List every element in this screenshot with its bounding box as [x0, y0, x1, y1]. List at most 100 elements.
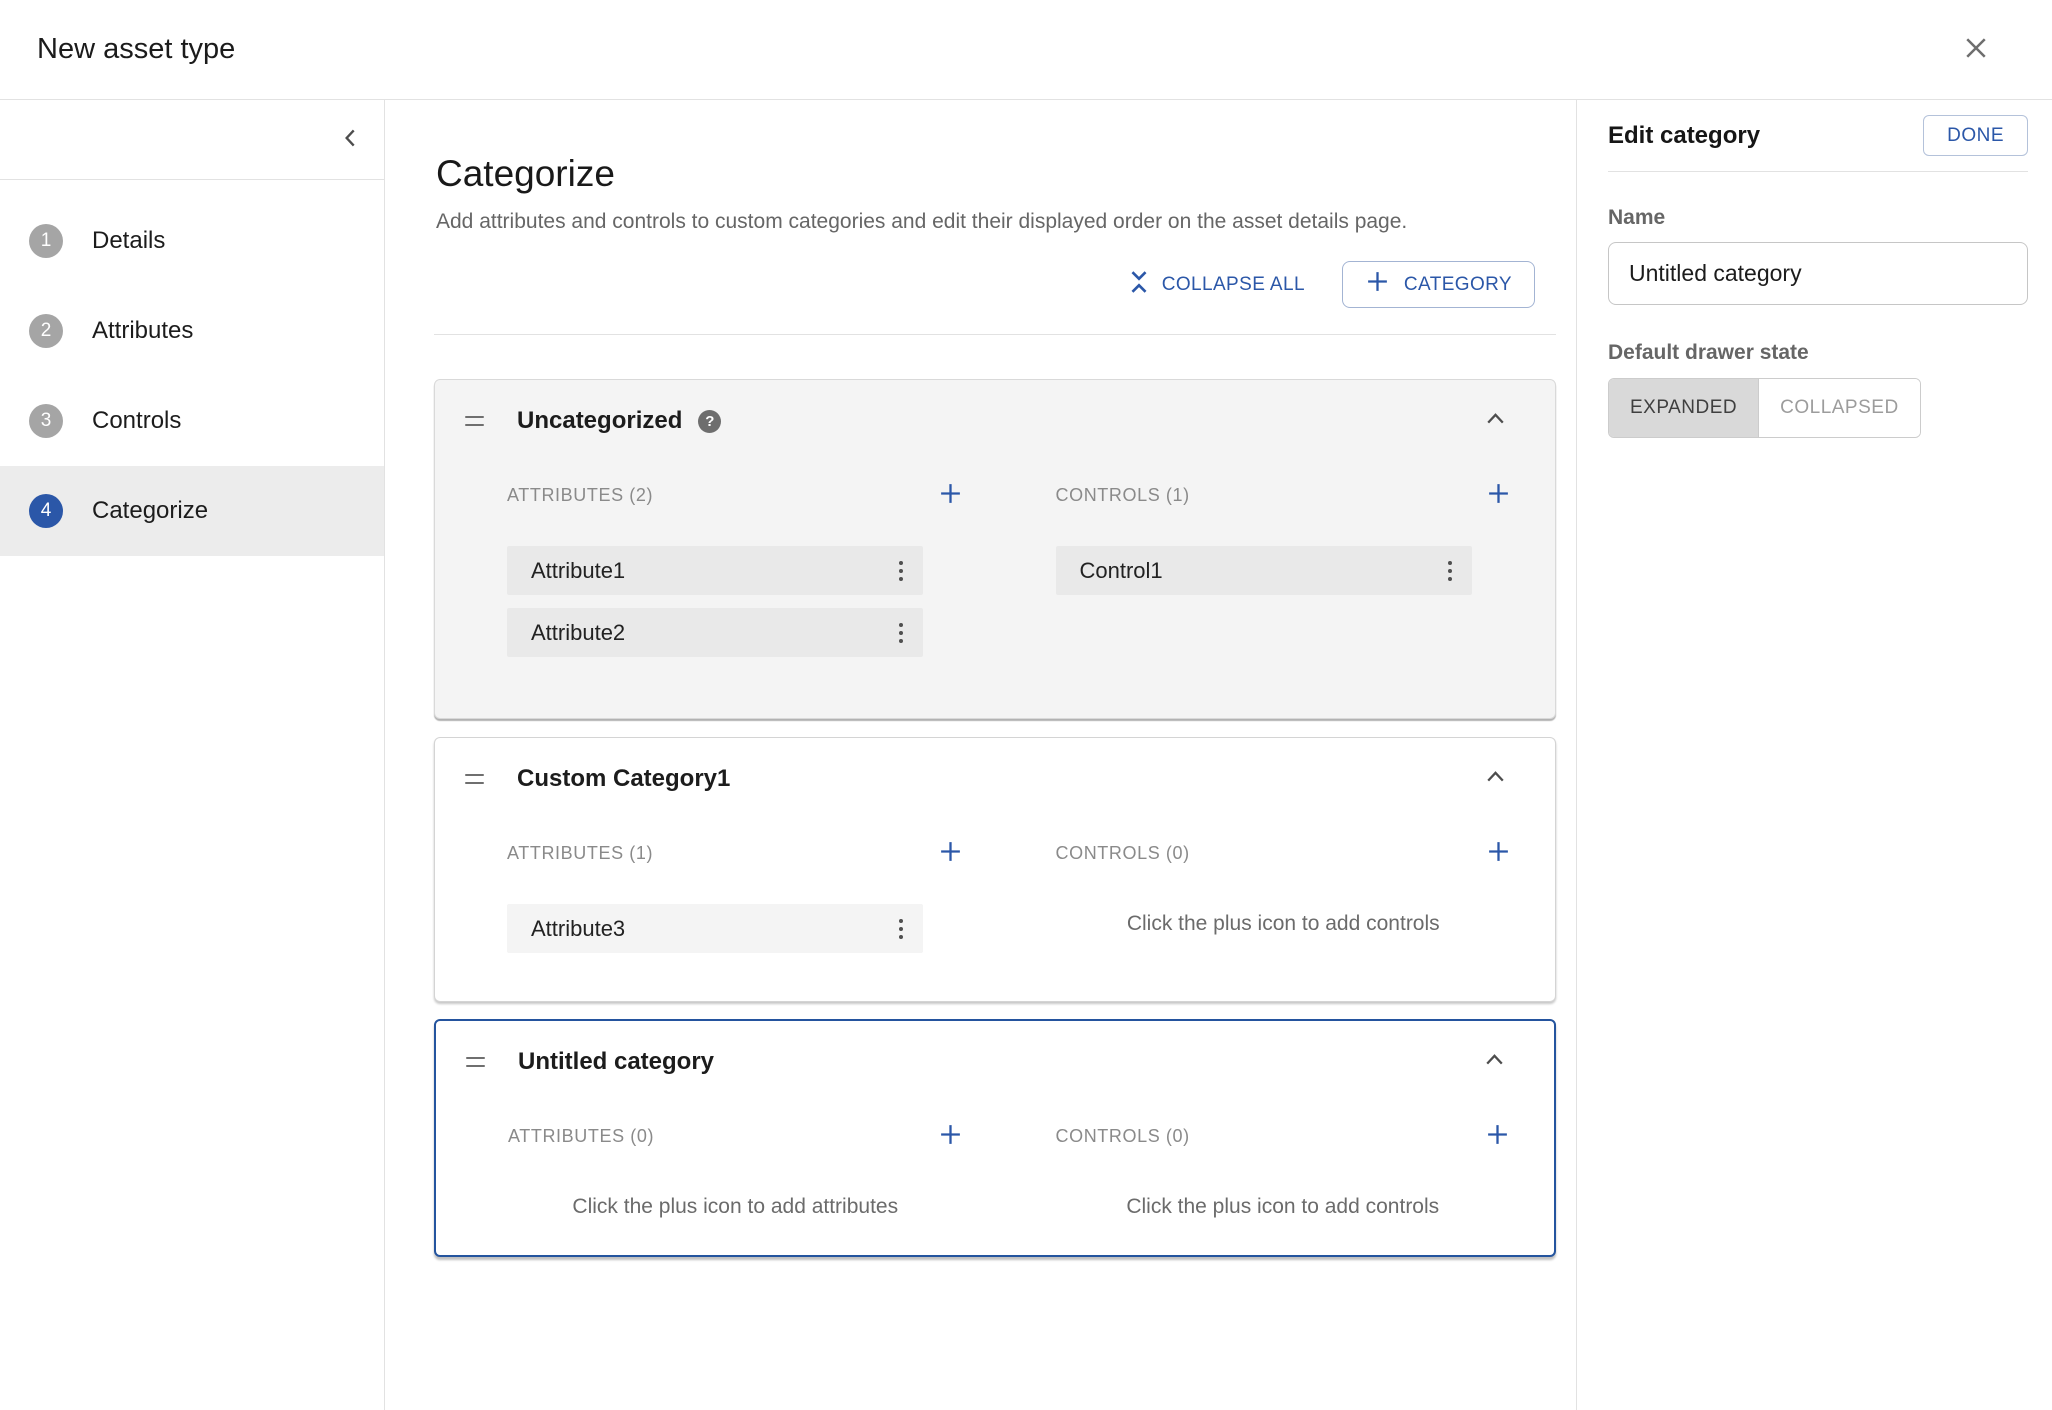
- step-details[interactable]: 1 Details: [0, 196, 384, 286]
- attributes-count-label: ATTRIBUTES (1): [507, 843, 653, 864]
- controls-column: CONTROLS (1) Control1: [1056, 482, 1512, 670]
- category-columns: ATTRIBUTES (2) Attribute1 Attribu: [465, 482, 1511, 670]
- step-number-badge: 2: [29, 314, 63, 348]
- add-control-button[interactable]: [1486, 481, 1511, 509]
- drawer-state-label: Default drawer state: [1608, 341, 2028, 365]
- wizard-steps: 1 Details 2 Attributes 3 Controls 4 Cate…: [0, 180, 384, 556]
- wizard-sidebar: 1 Details 2 Attributes 3 Controls 4 Cate…: [0, 100, 385, 1410]
- step-label: Details: [92, 227, 165, 255]
- kebab-menu-icon[interactable]: [893, 617, 909, 649]
- categorize-panel: Categorize Add attributes and controls t…: [385, 100, 1576, 1410]
- step-label: Controls: [92, 407, 181, 435]
- chevron-up-icon: [1482, 1048, 1507, 1076]
- control-chip[interactable]: Control1: [1056, 546, 1472, 595]
- category-card-header: Custom Category1: [465, 762, 1511, 796]
- attribute-name: Attribute1: [531, 558, 625, 584]
- controls-count-label: CONTROLS (0): [1056, 843, 1190, 864]
- plus-icon: [938, 839, 963, 867]
- plus-icon: [1486, 481, 1511, 509]
- plus-icon: [938, 1122, 963, 1150]
- plus-icon: [1365, 269, 1390, 300]
- control-name: Control1: [1080, 558, 1163, 584]
- collapse-category-button[interactable]: [1483, 407, 1508, 435]
- sidebar-top-row: [0, 100, 384, 180]
- add-attribute-button[interactable]: [938, 839, 963, 867]
- category-card-header: Uncategorized ?: [465, 404, 1511, 438]
- edit-category-drawer: Edit category DONE Name Default drawer s…: [1576, 100, 2052, 1410]
- attributes-count-label: ATTRIBUTES (0): [508, 1126, 654, 1147]
- category-name: Custom Category1: [517, 765, 730, 793]
- category-card-untitled-category: Untitled category ATTRIBUTES (0): [434, 1019, 1556, 1257]
- chevron-left-icon: [338, 139, 364, 154]
- add-attribute-button[interactable]: [938, 1122, 963, 1150]
- drawer-title: Edit category: [1608, 122, 1760, 150]
- controls-column: CONTROLS (0) Click the plus icon to add …: [1056, 840, 1512, 966]
- attribute-name: Attribute3: [531, 916, 625, 942]
- categorize-toolbar: COLLAPSE ALL CATEGORY: [434, 261, 1556, 308]
- attribute-chip[interactable]: Attribute1: [507, 546, 923, 595]
- drag-handle-icon[interactable]: [465, 416, 484, 426]
- controls-column: CONTROLS (0) Click the plus icon to add …: [1056, 1123, 1511, 1219]
- attributes-column: ATTRIBUTES (0) Click the plus icon to ad…: [508, 1123, 963, 1219]
- step-label: Categorize: [92, 497, 208, 525]
- kebab-menu-icon[interactable]: [1442, 555, 1458, 587]
- chevron-up-icon: [1483, 765, 1508, 793]
- kebab-menu-icon[interactable]: [893, 913, 909, 945]
- drawer-state-toggle: EXPANDED COLLAPSED: [1608, 378, 1921, 438]
- collapse-all-label: COLLAPSE ALL: [1162, 274, 1305, 296]
- page-title: Categorize: [436, 152, 1556, 196]
- plus-icon: [1486, 839, 1511, 867]
- help-icon[interactable]: ?: [698, 410, 721, 433]
- plus-icon: [1485, 1122, 1510, 1150]
- controls-empty-hint: Click the plus icon to add controls: [1056, 1195, 1511, 1219]
- new-asset-type-dialog: New asset type 1 Details: [0, 0, 2052, 1410]
- controls-empty-hint: Click the plus icon to add controls: [1056, 912, 1512, 936]
- category-card-custom-category1: Custom Category1 ATTRIBUTES (1): [434, 737, 1556, 1002]
- dialog-titlebar: New asset type: [0, 0, 2052, 100]
- attributes-column: ATTRIBUTES (2) Attribute1 Attribu: [507, 482, 963, 670]
- attribute-chip[interactable]: Attribute3: [507, 904, 923, 953]
- close-icon: [1961, 33, 1991, 66]
- controls-count-label: CONTROLS (0): [1056, 1126, 1190, 1147]
- attribute-chip[interactable]: Attribute2: [507, 608, 923, 657]
- close-button[interactable]: [1956, 30, 1996, 70]
- attributes-count-label: ATTRIBUTES (2): [507, 485, 653, 506]
- collapsed-option[interactable]: COLLAPSED: [1759, 379, 1920, 437]
- step-number-badge: 1: [29, 224, 63, 258]
- attribute-name: Attribute2: [531, 620, 625, 646]
- add-attribute-button[interactable]: [938, 481, 963, 509]
- category-name-input[interactable]: [1608, 242, 2028, 305]
- add-category-label: CATEGORY: [1404, 274, 1512, 296]
- collapse-category-button[interactable]: [1482, 1048, 1507, 1076]
- controls-count-label: CONTROLS (1): [1056, 485, 1190, 506]
- drag-handle-icon[interactable]: [465, 774, 484, 784]
- add-control-button[interactable]: [1486, 839, 1511, 867]
- toolbar-divider: [434, 334, 1556, 335]
- drag-handle-icon[interactable]: [466, 1057, 485, 1067]
- kebab-menu-icon[interactable]: [893, 555, 909, 587]
- collapse-all-button[interactable]: COLLAPSE ALL: [1128, 270, 1305, 300]
- category-columns: ATTRIBUTES (1) Attribute3: [465, 840, 1511, 966]
- step-controls[interactable]: 3 Controls: [0, 376, 384, 466]
- add-control-button[interactable]: [1485, 1122, 1510, 1150]
- collapse-category-button[interactable]: [1483, 765, 1508, 793]
- name-field-label: Name: [1608, 206, 2028, 230]
- step-number-badge: 4: [29, 494, 63, 528]
- plus-icon: [938, 481, 963, 509]
- attributes-empty-hint: Click the plus icon to add attributes: [508, 1195, 963, 1219]
- step-label: Attributes: [92, 317, 193, 345]
- expanded-option[interactable]: EXPANDED: [1609, 379, 1759, 437]
- chevron-up-icon: [1483, 407, 1508, 435]
- page-description: Add attributes and controls to custom ca…: [436, 210, 1556, 234]
- dialog-title: New asset type: [37, 33, 235, 66]
- done-button[interactable]: DONE: [1923, 115, 2028, 156]
- step-number-badge: 3: [29, 404, 63, 438]
- category-columns: ATTRIBUTES (0) Click the plus icon to ad…: [466, 1123, 1510, 1219]
- collapse-sidebar-button[interactable]: [338, 125, 364, 154]
- step-categorize[interactable]: 4 Categorize: [0, 466, 384, 556]
- category-card-uncategorized: Uncategorized ? ATTRIBUTES (2): [434, 379, 1556, 719]
- step-attributes[interactable]: 2 Attributes: [0, 286, 384, 376]
- add-category-button[interactable]: CATEGORY: [1342, 261, 1535, 308]
- collapse-all-icon: [1128, 270, 1150, 300]
- category-card-header: Untitled category: [466, 1045, 1510, 1079]
